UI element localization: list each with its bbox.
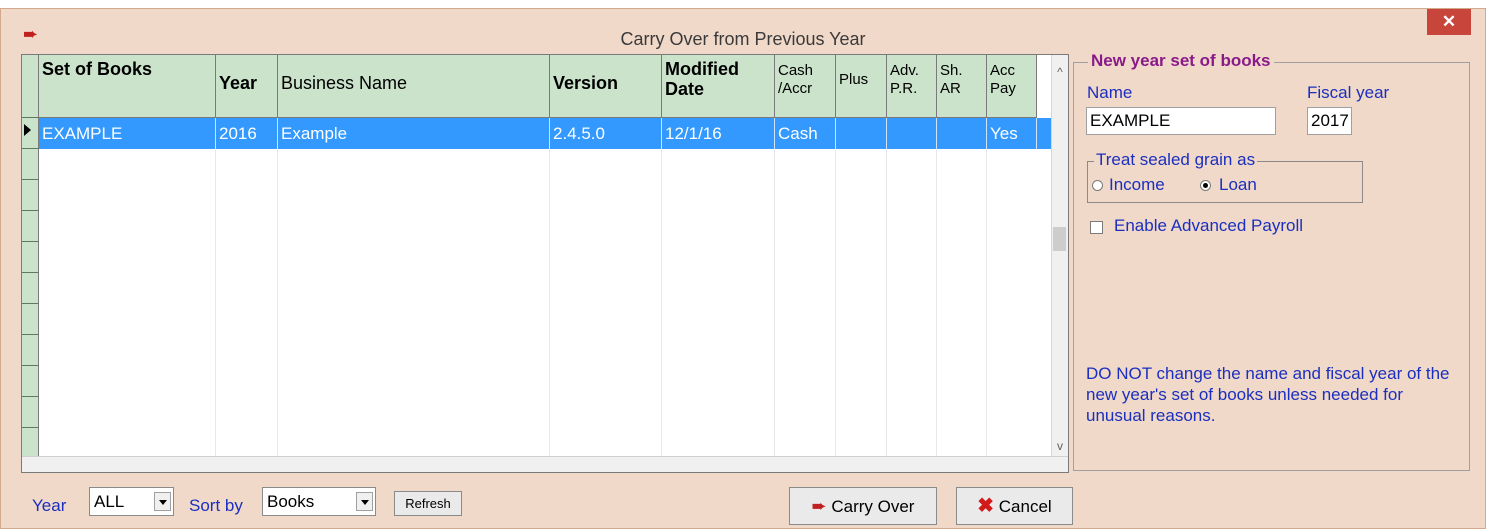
- col-header-version[interactable]: Version: [550, 55, 662, 118]
- window-title: Carry Over from Previous Year: [620, 29, 866, 49]
- sort-by-select[interactable]: Books: [262, 487, 376, 516]
- name-field[interactable]: EXAMPLE: [1086, 107, 1276, 135]
- refresh-button[interactable]: Refresh: [394, 491, 462, 516]
- income-radio[interactable]: [1092, 180, 1103, 191]
- chevron-down-icon[interactable]: [356, 492, 373, 511]
- current-row-icon: [24, 124, 31, 136]
- indicator-cell: [22, 273, 38, 304]
- loan-label[interactable]: Loan: [1219, 175, 1257, 195]
- column-divider: [886, 149, 887, 458]
- cancel-label: Cancel: [998, 497, 1052, 516]
- cell-business-name[interactable]: Example: [278, 118, 550, 149]
- indicator-cell: [22, 428, 38, 458]
- fiscal-year-field[interactable]: 2017: [1307, 107, 1352, 135]
- year-filter-select[interactable]: ALL: [89, 487, 174, 516]
- close-icon: ✖: [977, 495, 995, 517]
- col-header-adv-pr[interactable]: Adv. P.R.: [887, 55, 937, 118]
- col-header-business-name[interactable]: Business Name: [278, 55, 550, 118]
- sort-by-label: Sort by: [189, 496, 243, 515]
- col-header-cash-accr[interactable]: Cash /Accr: [775, 55, 836, 118]
- chevron-down-icon[interactable]: [154, 492, 171, 511]
- indicator-cell: [22, 397, 38, 428]
- column-divider: [549, 149, 550, 458]
- horizontal-scrollbar[interactable]: [22, 456, 1068, 472]
- sealed-grain-group: Treat sealed grain as Income Loan: [1087, 150, 1363, 203]
- name-label: Name: [1087, 83, 1133, 102]
- col-header-year[interactable]: Year: [216, 55, 278, 118]
- indicator-cell: [22, 149, 38, 180]
- column-divider: [661, 149, 662, 458]
- col-header-plus[interactable]: Plus: [836, 55, 887, 118]
- year-filter-label: Year: [32, 496, 67, 515]
- close-button[interactable]: ✕: [1427, 9, 1471, 35]
- column-divider: [936, 149, 937, 458]
- cell-version[interactable]: 2.4.5.0: [550, 118, 662, 149]
- indicator-cell: [22, 366, 38, 397]
- cell-sh-ar[interactable]: [937, 118, 987, 149]
- cell-cash-accr[interactable]: Cash: [775, 118, 836, 149]
- column-divider: [215, 149, 216, 458]
- enable-payroll-label[interactable]: Enable Advanced Payroll: [1114, 216, 1303, 236]
- indicator-cell: [22, 304, 38, 335]
- loan-radio[interactable]: [1200, 180, 1211, 191]
- cancel-button[interactable]: ✖ Cancel: [956, 487, 1073, 525]
- carry-over-button[interactable]: ➨ Carry Over: [789, 487, 937, 525]
- new-year-group: New year set of books Name Fiscal year E…: [1073, 51, 1470, 471]
- column-divider: [277, 149, 278, 458]
- fiscal-year-label: Fiscal year: [1307, 83, 1390, 102]
- cell-plus[interactable]: [836, 118, 887, 149]
- new-year-legend: New year set of books: [1088, 51, 1274, 71]
- enable-payroll-checkbox[interactable]: [1090, 221, 1103, 234]
- scroll-down-button[interactable]: v: [1052, 439, 1068, 453]
- sort-by-value: Books: [267, 492, 315, 511]
- books-grid[interactable]: Set of Books Year Business Name Version …: [21, 54, 1069, 473]
- col-header-modified-date[interactable]: Modified Date: [662, 55, 775, 118]
- cell-adv-pr[interactable]: [887, 118, 937, 149]
- column-divider: [835, 149, 836, 458]
- indicator-header: [22, 55, 38, 118]
- indicator-cell[interactable]: [22, 118, 38, 149]
- income-label[interactable]: Income: [1109, 175, 1165, 195]
- indicator-cell: [22, 211, 38, 242]
- col-header-sh-ar[interactable]: Sh. AR: [937, 55, 987, 118]
- carry-over-icon: ➨: [811, 496, 827, 516]
- indicator-cell: [22, 242, 38, 273]
- indicator-cell: [22, 335, 38, 366]
- column-divider: [986, 149, 987, 458]
- col-header-set-of-books[interactable]: Set of Books: [39, 55, 216, 118]
- cell-year[interactable]: 2016: [216, 118, 278, 149]
- scroll-thumb[interactable]: [1053, 227, 1066, 251]
- sealed-grain-legend: Treat sealed grain as: [1094, 150, 1258, 170]
- column-divider: [774, 149, 775, 458]
- scroll-up-button[interactable]: ^: [1052, 65, 1068, 79]
- col-header-acc-pay[interactable]: Acc Pay: [987, 55, 1037, 118]
- cell-set-of-books[interactable]: EXAMPLE: [39, 118, 216, 149]
- row-indicator-column: [22, 55, 39, 458]
- indicator-cell: [22, 180, 38, 211]
- vertical-scrollbar[interactable]: ^ v: [1051, 55, 1068, 458]
- carry-over-label: Carry Over: [831, 497, 915, 516]
- cell-modified-date[interactable]: 12/1/16: [662, 118, 775, 149]
- year-filter-value: ALL: [94, 492, 125, 511]
- warning-note: DO NOT change the name and fiscal year o…: [1086, 364, 1450, 425]
- cell-acc-pay[interactable]: Yes: [987, 118, 1037, 149]
